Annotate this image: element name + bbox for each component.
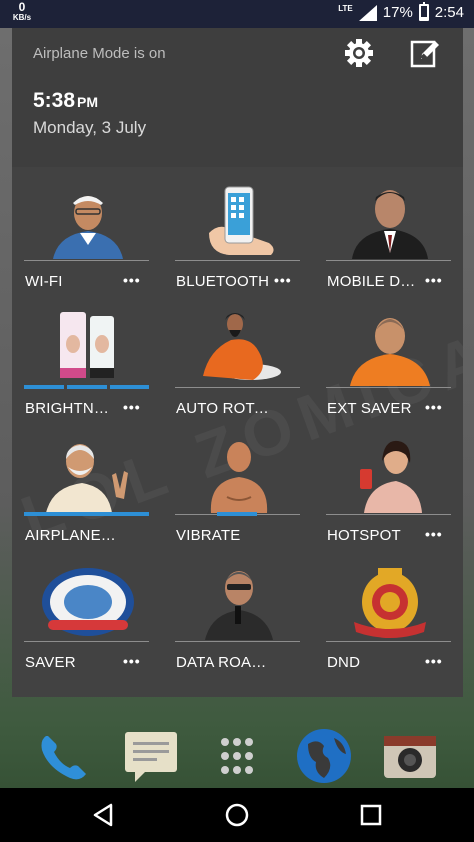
tile-divider	[24, 260, 149, 261]
back-icon[interactable]	[91, 802, 117, 828]
home-icon[interactable]	[224, 802, 250, 828]
airplane-mode-active-bar	[24, 512, 149, 516]
tile-mobile-data[interactable]: MOBILE DA... •••	[326, 167, 454, 294]
tile-label: MOBILE DA...	[327, 273, 421, 290]
gear-icon[interactable]	[343, 37, 375, 69]
recents-icon[interactable]	[358, 802, 384, 828]
network-type-label: LTE	[338, 4, 353, 13]
tile-label: WI-FI	[25, 273, 63, 290]
brightness-level-bar	[24, 385, 64, 389]
network-speed: 0 KB/s	[10, 0, 34, 23]
network-speed-value: 0	[18, 0, 26, 14]
more-options-icon[interactable]: •••	[425, 272, 443, 288]
navigation-bar	[0, 788, 474, 842]
tile-label: AIRPLANE MODE	[25, 527, 119, 544]
tile-label: VIBRATE	[176, 527, 241, 544]
tile-data-roaming[interactable]: DATA ROAMING	[175, 548, 303, 675]
hand-holding-phone-photo	[175, 183, 303, 259]
date-label: Monday, 3 July	[33, 118, 147, 137]
more-options-icon[interactable]: •••	[123, 653, 141, 669]
quick-settings-panel: LOL ZOMICAL ZOM WI-FI ••• BLUETOOTH ••• …	[12, 167, 463, 697]
tile-hotspot[interactable]: HOTSPOT •••	[326, 421, 454, 548]
camera-icon[interactable]	[380, 728, 440, 784]
more-options-icon[interactable]: •••	[425, 653, 443, 669]
tile-divider	[326, 260, 451, 261]
tile-saver[interactable]: SAVER •••	[24, 548, 152, 675]
notification-header: Airplane Mode is on 5:38 PM Monday, 3 Jul…	[12, 28, 463, 167]
monk-photo	[326, 310, 454, 386]
clock-time: 5:38	[33, 89, 76, 112]
battery-percent: 17%	[382, 4, 413, 21]
tile-label: BRIGHTNESS	[25, 400, 119, 417]
tile-divider	[326, 514, 451, 515]
vibrate-active-bar	[217, 512, 257, 516]
tile-label: BLUETOOTH	[176, 273, 270, 290]
brightness-level-bar	[110, 385, 149, 389]
brightness-level-bar	[67, 385, 107, 389]
man-in-suit-photo	[326, 183, 454, 259]
more-options-icon[interactable]: •••	[123, 399, 141, 415]
tile-divider	[24, 641, 149, 642]
clock-ampm: PM	[77, 94, 99, 110]
tile-bluetooth[interactable]: BLUETOOTH •••	[175, 167, 303, 294]
signal-icon	[358, 4, 377, 21]
tile-label: AUTO ROTATE	[176, 400, 270, 417]
battery-icon	[418, 2, 429, 21]
muscular-man-photo	[175, 437, 303, 513]
status-time: 2:54	[434, 4, 464, 21]
more-options-icon[interactable]: •••	[425, 399, 443, 415]
round-emblem-photo	[24, 564, 152, 640]
tile-brightness[interactable]: BRIGHTNESS •••	[24, 294, 152, 421]
clock: 5:38 PM	[33, 89, 98, 113]
pencil-edit-icon[interactable]	[409, 37, 441, 69]
tile-label: HOTSPOT	[327, 527, 401, 544]
network-speed-unit: KB/s	[12, 13, 32, 22]
yoga-guru-photo	[175, 310, 303, 386]
woman-with-phone-photo	[326, 437, 454, 513]
tile-label: DATA ROAMING	[176, 654, 270, 671]
airplane-mode-notice: Airplane Mode is on	[33, 45, 166, 62]
tile-divider	[175, 641, 300, 642]
police-badge-photo	[326, 564, 454, 640]
cream-tubes-photo	[24, 310, 152, 386]
tile-label: SAVER	[25, 654, 76, 671]
tile-label: EXT SAVER	[327, 400, 412, 417]
more-options-icon[interactable]: •••	[123, 272, 141, 288]
tile-divider	[326, 387, 451, 388]
tile-divider	[175, 387, 300, 388]
messages-icon[interactable]	[121, 728, 181, 784]
status-bar: 0 KB/s LTE 17% 2:54	[0, 0, 474, 28]
tile-label: DND	[327, 654, 361, 671]
app-drawer-icon[interactable]	[207, 728, 267, 784]
man-with-microphone-photo	[175, 564, 303, 640]
man-victory-sign-photo	[24, 437, 152, 513]
tile-dnd[interactable]: DND •••	[326, 548, 454, 675]
tile-vibrate[interactable]: VIBRATE	[175, 421, 303, 548]
phone-icon[interactable]	[34, 728, 94, 784]
browser-globe-icon[interactable]	[294, 728, 354, 784]
tile-ext-saver[interactable]: EXT SAVER •••	[326, 294, 454, 421]
tile-auto-rotate[interactable]: AUTO ROTATE	[175, 294, 303, 421]
man-with-cap-photo	[24, 183, 152, 259]
tile-divider	[175, 260, 300, 261]
more-options-icon[interactable]: •••	[274, 272, 292, 288]
tile-wifi[interactable]: WI-FI •••	[24, 167, 152, 294]
tile-airplane-mode[interactable]: AIRPLANE MODE	[24, 421, 152, 548]
tile-divider	[326, 641, 451, 642]
more-options-icon[interactable]: •••	[425, 526, 443, 542]
home-dock	[0, 720, 474, 792]
